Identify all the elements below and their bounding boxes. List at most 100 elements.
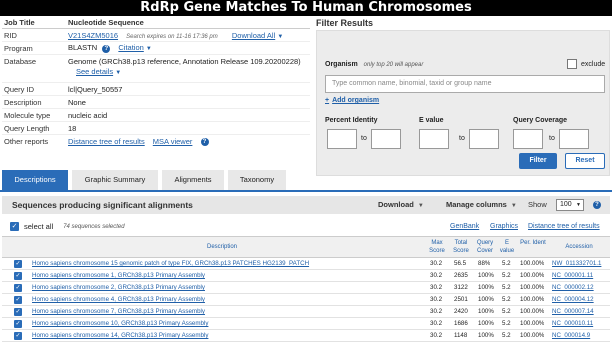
row-accession[interactable]: NC_000014.9 — [552, 330, 610, 342]
tab-graphic-summary[interactable]: Graphic Summary — [72, 170, 158, 190]
checkbox-checked-icon[interactable]: ✓ — [14, 260, 22, 268]
row-query-cover: 100% — [478, 296, 494, 303]
checkbox-checked-icon[interactable]: ✓ — [14, 284, 22, 292]
table-row[interactable]: ✓ Homo sapiens chromosome 7, GRCh38.p13 … — [2, 306, 610, 318]
chevron-down-icon: ▼ — [417, 203, 424, 209]
show-label: Show — [528, 200, 547, 209]
checkbox-icon[interactable] — [567, 59, 577, 69]
chevron-down-icon[interactable]: ▼ — [115, 70, 121, 76]
row-description[interactable]: Homo sapiens chromosome 4, GRCh38.p13 Pr… — [32, 294, 422, 306]
row-description[interactable]: Homo sapiens chromosome 1, GRCh38.p13 Pr… — [32, 270, 422, 282]
chevron-down-icon[interactable]: ▼ — [277, 34, 283, 40]
table-row[interactable]: ✓ Homo sapiens chromosome 1, GRCh38.p13 … — [2, 270, 610, 282]
percent-identity-min-input[interactable] — [327, 129, 357, 149]
column-query-cover[interactable]: Query Cover — [474, 239, 496, 255]
graphics-link[interactable]: Graphics — [490, 223, 518, 230]
checkbox-checked-icon[interactable]: ✓ — [14, 296, 22, 304]
tab-taxonomy[interactable]: Taxonomy — [228, 170, 286, 190]
chevron-down-icon[interactable]: ▼ — [146, 46, 152, 52]
results-section: Sequences producing significant alignmen… — [0, 194, 612, 352]
row-description[interactable]: Homo sapiens chromosome 7, GRCh38.p13 Pr… — [32, 306, 422, 318]
genbank-link[interactable]: GenBank — [450, 223, 479, 230]
row-description[interactable]: Homo sapiens chromosome 15 genomic patch… — [32, 258, 422, 270]
job-title-row: Job Title Nucleotide Sequence — [2, 16, 310, 29]
column-total-score[interactable]: Total Score — [450, 239, 472, 255]
column-accession[interactable]: Accession — [550, 243, 608, 251]
evalue-max-input[interactable] — [469, 129, 499, 149]
row-accession[interactable]: NC_000004.12 — [552, 294, 610, 306]
row-per-ident: 100.00% — [520, 284, 545, 291]
filter-button[interactable]: Filter — [519, 153, 557, 169]
citation-link[interactable]: Citation — [118, 43, 143, 52]
row-description[interactable]: Homo sapiens chromosome 14, GRCh38.p13 P… — [32, 330, 422, 342]
manage-columns-menu[interactable]: Manage columns ▼ — [446, 196, 517, 215]
show-count-select[interactable]: 100 ▼ — [556, 199, 584, 211]
row-description[interactable]: Homo sapiens chromosome 10, GRCh38.p13 P… — [32, 318, 422, 330]
row-max-score: 30.2 — [430, 332, 443, 339]
program-row: Program BLASTN ? Citation ▼ — [2, 42, 310, 55]
checkbox-checked-icon[interactable]: ✓ — [10, 222, 19, 231]
help-icon[interactable]: ? — [593, 201, 601, 209]
column-evalue[interactable]: E value — [498, 239, 516, 255]
checkbox-checked-icon[interactable]: ✓ — [14, 320, 22, 328]
description-row: Description None — [2, 96, 310, 109]
to-label: to — [549, 135, 555, 142]
table-row[interactable]: ✓ Homo sapiens chromosome 14, GRCh38.p13… — [2, 330, 610, 342]
row-max-score: 30.2 — [430, 320, 443, 327]
tab-alignments[interactable]: Alignments — [162, 170, 224, 190]
table-row[interactable]: ✓ Homo sapiens chromosome 10, GRCh38.p13… — [2, 318, 610, 330]
description-label: Description — [4, 97, 42, 107]
organism-input[interactable]: Type common name, binomial, taxid or gro… — [325, 75, 605, 93]
chevron-down-icon: ▼ — [576, 202, 581, 208]
tab-descriptions[interactable]: Descriptions — [2, 170, 68, 190]
add-organism-label: Add organism — [332, 97, 380, 104]
row-per-ident: 100.00% — [520, 296, 545, 303]
add-organism-link[interactable]: + Add organism — [325, 97, 382, 104]
select-all-row[interactable]: ✓ select all 74 sequences selected — [10, 222, 125, 231]
distance-tree-link[interactable]: Distance tree of results — [528, 223, 600, 230]
query-length-label: Query Length — [4, 123, 50, 133]
row-evalue: 5.2 — [502, 260, 511, 267]
help-icon[interactable]: ? — [102, 44, 111, 53]
checkbox-checked-icon[interactable]: ✓ — [14, 332, 22, 340]
row-accession[interactable]: NW_011332701.1 — [552, 258, 610, 270]
rid-link[interactable]: V21S4ZM5016 — [68, 31, 118, 40]
row-accession[interactable]: NC_000002.12 — [552, 282, 610, 294]
row-evalue: 5.2 — [502, 308, 511, 315]
checkbox-checked-icon[interactable]: ✓ — [14, 308, 22, 316]
exclude-checkbox[interactable]: exclude — [567, 59, 605, 69]
row-evalue: 5.2 — [502, 320, 511, 327]
column-description[interactable]: Description — [32, 243, 412, 251]
other-reports-row: Other reports Distance tree of results M… — [2, 135, 310, 148]
distance-tree-link[interactable]: Distance tree of results — [68, 137, 145, 146]
column-max-score[interactable]: Max Score — [426, 239, 448, 255]
checkbox-checked-icon[interactable]: ✓ — [14, 272, 22, 280]
see-details-link[interactable]: See details — [76, 67, 113, 76]
query-coverage-min-input[interactable] — [513, 129, 543, 149]
row-description[interactable]: Homo sapiens chromosome 2, GRCh38.p13 Pr… — [32, 282, 422, 294]
row-max-score: 30.2 — [430, 260, 443, 267]
table-row[interactable]: ✓ Homo sapiens chromosome 2, GRCh38.p13 … — [2, 282, 610, 294]
row-max-score: 30.2 — [430, 296, 443, 303]
filter-results-panel: Filter Results Organism only top 20 will… — [314, 16, 610, 176]
row-per-ident: 100.00% — [520, 332, 545, 339]
row-accession[interactable]: NC_000010.11 — [552, 318, 610, 330]
row-accession[interactable]: NC_000001.11 — [552, 270, 610, 282]
row-per-ident: 100.00% — [520, 308, 545, 315]
table-row[interactable]: ✓ Homo sapiens chromosome 15 genomic pat… — [2, 258, 610, 270]
reset-button[interactable]: Reset — [565, 153, 605, 169]
help-icon[interactable]: ? — [200, 138, 209, 146]
download-menu[interactable]: Download ▼ — [378, 196, 424, 215]
evalue-label: E value — [419, 117, 444, 124]
database-label: Database — [4, 57, 37, 66]
percent-identity-max-input[interactable] — [371, 129, 401, 149]
evalue-min-input[interactable] — [419, 129, 449, 149]
job-title-label: Job Title — [4, 17, 35, 27]
column-per-ident[interactable]: Per. Ident — [520, 239, 546, 247]
row-evalue: 5.2 — [502, 284, 511, 291]
row-accession[interactable]: NC_000007.14 — [552, 306, 610, 318]
query-coverage-max-input[interactable] — [559, 129, 589, 149]
msa-viewer-link[interactable]: MSA viewer — [153, 137, 193, 146]
download-all-link[interactable]: Download All — [232, 31, 275, 40]
table-row[interactable]: ✓ Homo sapiens chromosome 4, GRCh38.p13 … — [2, 294, 610, 306]
